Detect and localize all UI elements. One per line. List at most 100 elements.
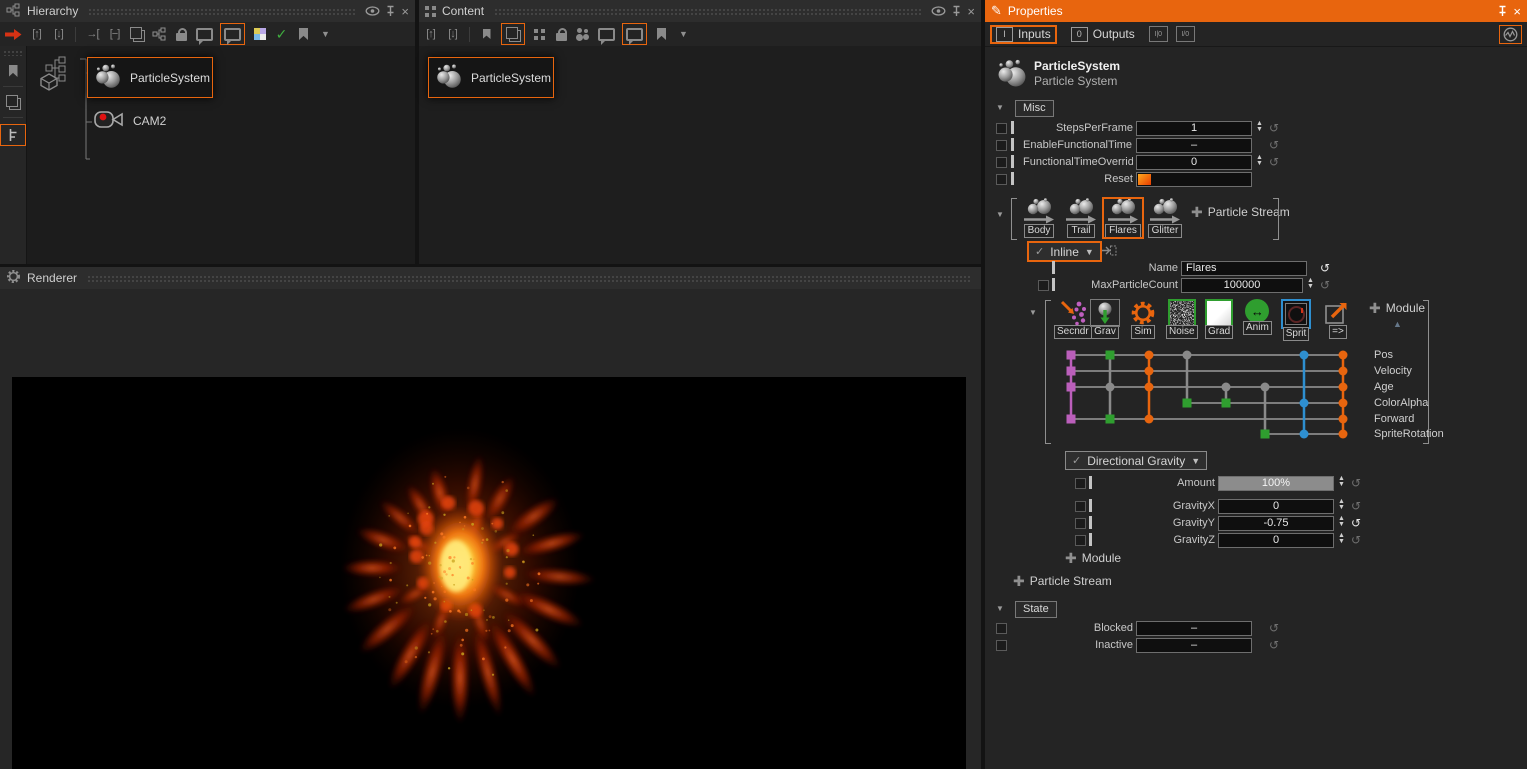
stream-item-flares[interactable]: Flares bbox=[1103, 198, 1143, 238]
row-value-field[interactable]: – bbox=[1136, 638, 1252, 653]
misc-section-label[interactable]: Misc bbox=[1015, 100, 1054, 117]
tree-node-particlesystem[interactable]: ParticleSystem bbox=[87, 57, 213, 98]
row-value-field[interactable]: 0 bbox=[1218, 533, 1334, 548]
binding-indicator-bar[interactable] bbox=[1011, 138, 1014, 151]
lock-icon[interactable] bbox=[174, 25, 189, 43]
export-icon[interactable]: [↓] bbox=[445, 25, 460, 43]
comment-icon[interactable] bbox=[598, 25, 615, 43]
palette-icon[interactable] bbox=[252, 25, 267, 43]
reset-icon[interactable]: ↺ bbox=[1351, 476, 1361, 490]
module-item-secndr[interactable]: Secndr bbox=[1054, 299, 1092, 339]
renderer-header[interactable]: Renderer bbox=[0, 267, 981, 289]
visibility-icon[interactable] bbox=[365, 6, 380, 16]
binding-indicator-bar[interactable] bbox=[1089, 476, 1092, 489]
row-value-field[interactable]: 1 bbox=[1136, 121, 1252, 136]
split-h-icon[interactable]: [−] bbox=[107, 25, 122, 43]
reset-icon[interactable]: ↺ bbox=[1320, 261, 1330, 275]
tree-node-cam2[interactable]: CAM2 bbox=[93, 106, 166, 135]
caret-down-icon[interactable]: ▼ bbox=[318, 25, 333, 43]
binding-indicator-bar[interactable] bbox=[1089, 533, 1092, 546]
row-value-field[interactable]: Flares bbox=[1181, 261, 1307, 276]
state-section-label[interactable]: State bbox=[1015, 601, 1057, 618]
spinner-arrows[interactable]: ▲▼ bbox=[1307, 278, 1314, 290]
row-checkbox[interactable] bbox=[1075, 535, 1086, 546]
goto-bracket-icon[interactable]: →[ bbox=[85, 25, 100, 43]
spinner-arrows[interactable]: ▲▼ bbox=[1338, 476, 1345, 488]
add-particle-stream-button-bottom[interactable]: ✚Particle Stream bbox=[1013, 574, 1112, 588]
row-checkbox[interactable] bbox=[996, 623, 1007, 634]
export-icon[interactable]: [↓] bbox=[51, 25, 66, 43]
reset-icon[interactable]: ↺ bbox=[1351, 499, 1361, 513]
red-arrow-icon[interactable] bbox=[4, 25, 22, 43]
binding-indicator-bar[interactable] bbox=[1011, 121, 1014, 134]
spinner-arrows[interactable]: ▲▼ bbox=[1256, 121, 1263, 133]
row-checkbox[interactable] bbox=[1038, 280, 1049, 291]
row-checkbox[interactable] bbox=[996, 640, 1007, 651]
close-icon[interactable]: × bbox=[401, 5, 409, 18]
row-value-field[interactable] bbox=[1136, 172, 1252, 187]
content-header[interactable]: Content × bbox=[419, 0, 981, 22]
module-item-sprit[interactable]: Sprit bbox=[1281, 299, 1311, 341]
row-value-field[interactable]: – bbox=[1136, 138, 1252, 153]
visibility-icon[interactable] bbox=[931, 6, 946, 16]
reset-icon[interactable]: ↺ bbox=[1269, 121, 1279, 135]
row-checkbox[interactable] bbox=[996, 123, 1007, 134]
stream-item-body[interactable]: Body bbox=[1019, 198, 1059, 238]
reset-icon[interactable]: ↺ bbox=[1269, 138, 1279, 152]
module-item-grav[interactable]: Grav bbox=[1090, 299, 1120, 339]
modules-scroll-up-icon[interactable]: ▲ bbox=[1393, 319, 1402, 329]
import-icon[interactable]: [↑] bbox=[29, 25, 44, 43]
spinner-arrows[interactable]: ▲▼ bbox=[1338, 533, 1345, 545]
module-item-[interactable]: => bbox=[1323, 299, 1353, 339]
caret-down-icon[interactable]: ▼ bbox=[676, 25, 691, 43]
binding-indicator-bar[interactable] bbox=[1011, 172, 1014, 185]
binding-indicator-bar[interactable] bbox=[1052, 278, 1055, 291]
bookmark-icon[interactable] bbox=[4, 62, 22, 80]
bookmark-icon[interactable] bbox=[654, 25, 669, 43]
row-value-field[interactable]: 0 bbox=[1218, 499, 1334, 514]
reset-icon[interactable]: ↺ bbox=[1351, 533, 1361, 547]
grid-icon[interactable] bbox=[532, 25, 547, 43]
gravity-type-dropdown[interactable]: ✓Directional Gravity▼ bbox=[1065, 451, 1207, 470]
row-value-field[interactable]: 100% bbox=[1218, 476, 1334, 491]
module-item-noise[interactable]: Noise bbox=[1166, 299, 1198, 339]
flag-corner-icon[interactable] bbox=[479, 25, 494, 43]
binding-indicator-bar[interactable] bbox=[1011, 155, 1014, 168]
stream-item-trail[interactable]: Trail bbox=[1061, 198, 1101, 238]
close-icon[interactable]: × bbox=[967, 5, 975, 18]
inline-mode-dropdown[interactable]: ✓Inline▼ bbox=[1027, 241, 1102, 262]
add-module-button-bottom[interactable]: ✚Module bbox=[1065, 551, 1121, 565]
comment-icon[interactable] bbox=[220, 23, 245, 45]
check-icon[interactable]: ✓ bbox=[274, 25, 289, 43]
reset-icon[interactable]: ↺ bbox=[1320, 278, 1330, 292]
add-module-button[interactable]: ✚Module bbox=[1369, 301, 1425, 315]
module-item-grad[interactable]: Grad bbox=[1205, 299, 1233, 339]
lock-icon[interactable] bbox=[554, 25, 569, 43]
row-checkbox[interactable] bbox=[1075, 478, 1086, 489]
state-collapse-icon[interactable]: ▼ bbox=[996, 604, 1004, 613]
row-value-field[interactable]: 0 bbox=[1136, 155, 1252, 170]
users-icon[interactable] bbox=[576, 25, 591, 43]
row-checkbox[interactable] bbox=[996, 174, 1007, 185]
render-viewport[interactable] bbox=[12, 377, 966, 769]
color-swatch[interactable] bbox=[1138, 174, 1151, 185]
binding-indicator-bar[interactable] bbox=[1052, 261, 1055, 274]
pin-icon[interactable] bbox=[952, 5, 961, 17]
comment-icon[interactable] bbox=[622, 23, 647, 45]
import-icon[interactable]: [↑] bbox=[423, 25, 438, 43]
binding-indicator-bar[interactable] bbox=[1089, 499, 1092, 512]
streams-collapse-icon[interactable]: ▼ bbox=[996, 210, 1004, 219]
misc-collapse-icon[interactable]: ▼ bbox=[996, 103, 1004, 112]
spinner-arrows[interactable]: ▲▼ bbox=[1256, 155, 1263, 167]
hierarchy-header[interactable]: Hierarchy × bbox=[0, 0, 415, 22]
modules-collapse-icon[interactable]: ▼ bbox=[1029, 308, 1037, 317]
bookmark-icon[interactable] bbox=[296, 25, 311, 43]
content-node-particlesystem[interactable]: ParticleSystem bbox=[428, 57, 554, 98]
row-checkbox[interactable] bbox=[1075, 518, 1086, 529]
extract-reference-icon[interactable] bbox=[1101, 244, 1117, 260]
row-checkbox[interactable] bbox=[996, 140, 1007, 151]
stream-item-glitter[interactable]: Glitter bbox=[1145, 198, 1185, 238]
spinner-arrows[interactable]: ▲▼ bbox=[1338, 516, 1345, 528]
row-checkbox[interactable] bbox=[1075, 501, 1086, 512]
layers-icon[interactable] bbox=[501, 23, 525, 45]
